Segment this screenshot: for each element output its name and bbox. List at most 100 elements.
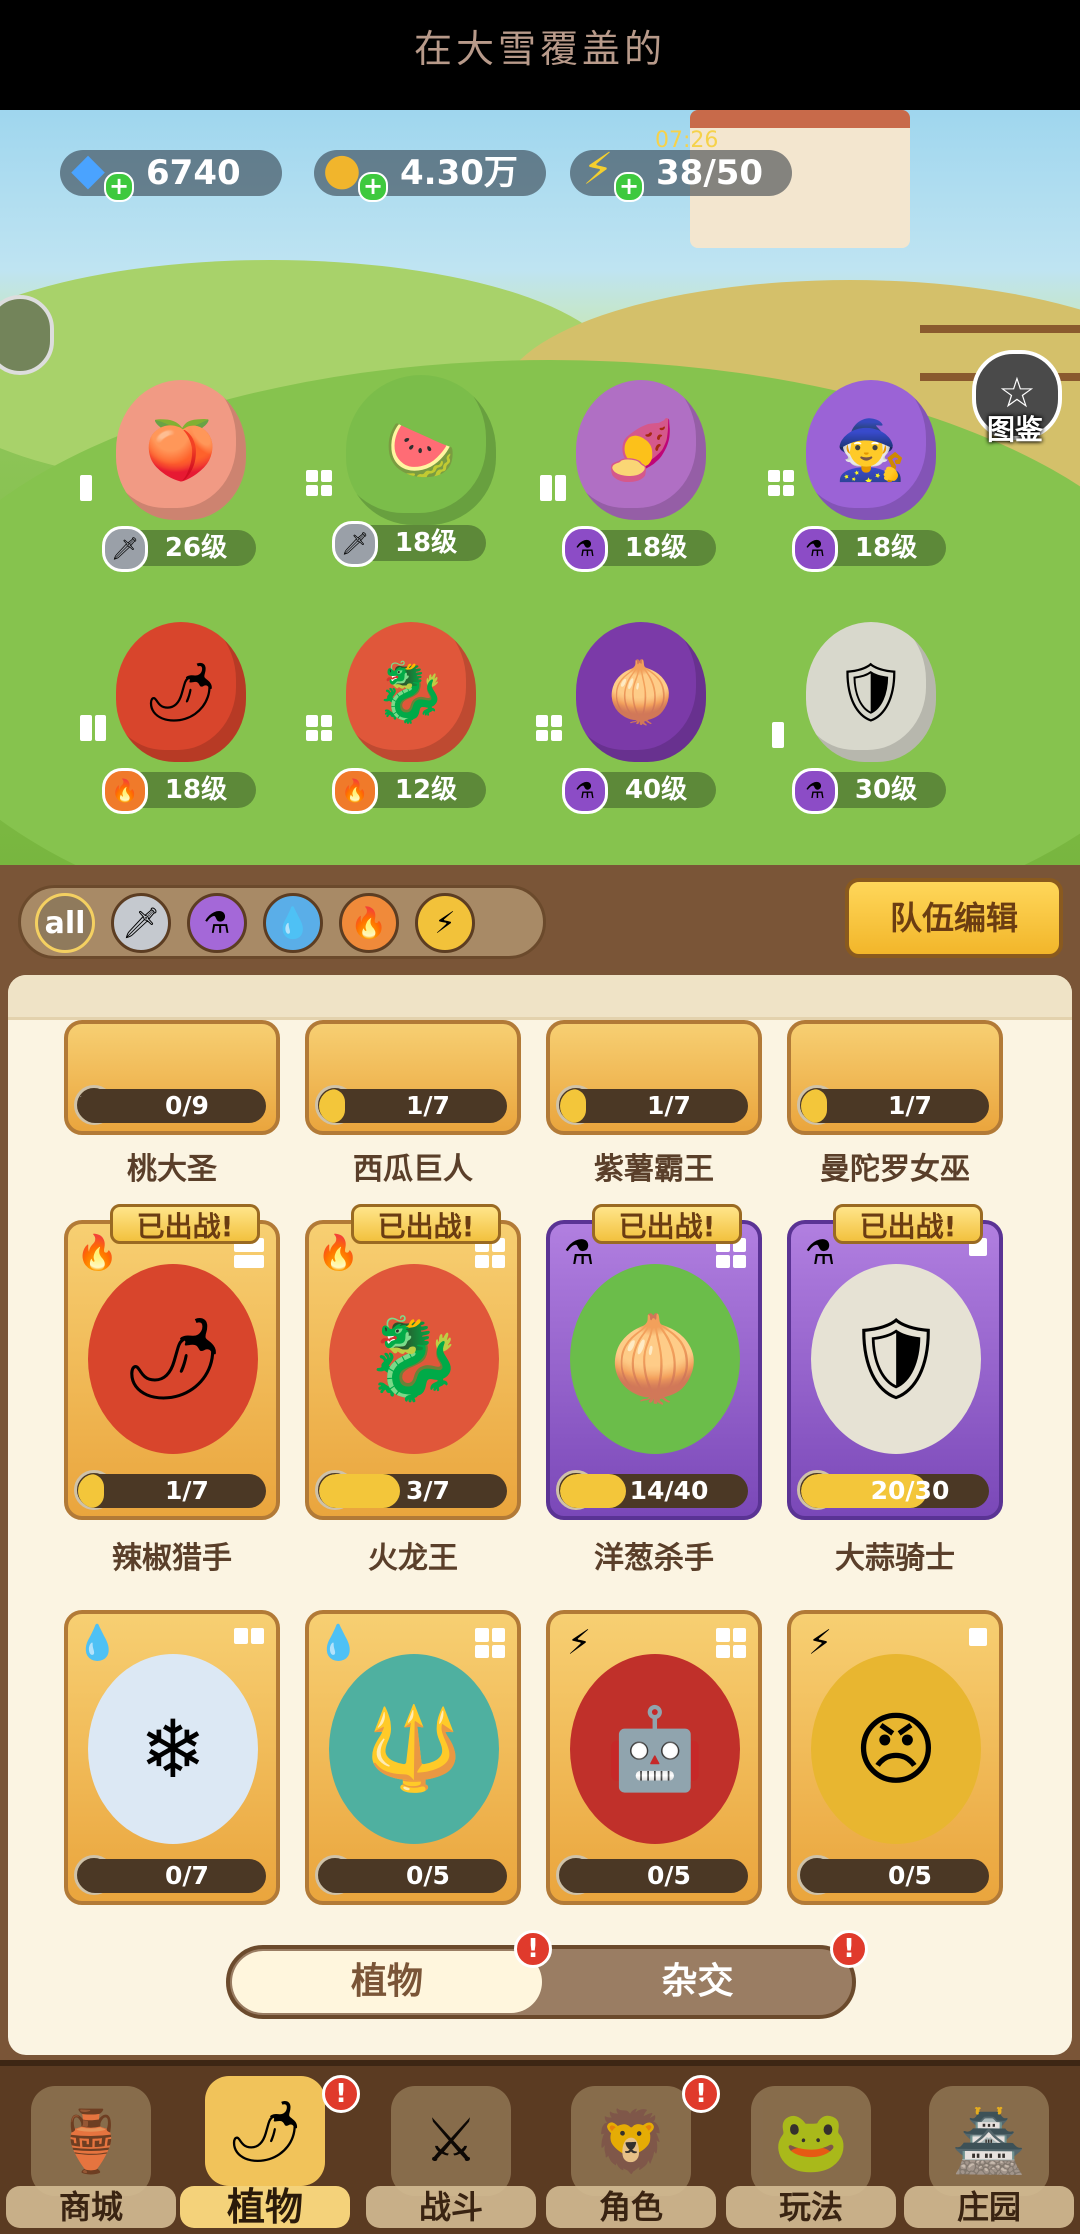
plant-name: 曼陀罗女巫: [820, 1152, 970, 1187]
gem-counter[interactable]: ◆ + 6740: [60, 147, 282, 202]
watermelon-character: 🍉: [346, 375, 496, 525]
plant-card[interactable]: ⚡ 😠 2 0/5: [787, 1610, 1003, 1905]
progress-text: 1/7: [406, 1091, 450, 1120]
slot-marker-icon: [772, 722, 798, 748]
tab-hybrid[interactable]: 杂交: [545, 1951, 850, 2013]
gameplay-icon: 🐸: [751, 2086, 871, 2196]
slot-marker-icon: [306, 715, 332, 741]
card-progress-bar: 1/7: [319, 1089, 507, 1123]
ice-spirit-portrait: ❄: [88, 1654, 258, 1844]
energy-amount: 38/50: [656, 153, 764, 193]
add-energy-icon[interactable]: +: [614, 172, 644, 202]
fire-icon: 🔥: [332, 768, 378, 814]
nav-manor[interactable]: 🏯 庄园: [904, 2086, 1074, 2234]
plant-card[interactable]: 💧 ❄ 13 0/7: [64, 1610, 280, 1905]
fire-icon: 🔥: [102, 768, 148, 814]
slot-marker-icon: [540, 475, 566, 501]
card-progress-bar: 0/5: [801, 1859, 989, 1893]
slot-marker-icon: [768, 470, 794, 496]
slot-marker-icon: [306, 470, 332, 496]
plant-card[interactable]: 💧 🔱 5 0/5: [305, 1610, 521, 1905]
nav-label: 玩法: [726, 2186, 896, 2228]
notification-badge: !: [322, 2075, 360, 2113]
bottom-nav: 🏺 商城 🌶 植物 ⚔ 战斗 🦁 角色 🐸 玩法 🏯 庄园: [0, 2060, 1080, 2234]
onion-killer-portrait: 🧅: [570, 1264, 740, 1454]
water-drop-icon[interactable]: 💧: [263, 893, 323, 953]
filter-all-label: all: [44, 905, 86, 941]
lightning-icon: ⚡: [808, 1623, 832, 1663]
plant-name: 火龙王: [368, 1541, 458, 1576]
character-icon: 🦁: [571, 2086, 691, 2196]
potion-icon[interactable]: ⚗: [187, 893, 247, 953]
progress-text: 0/9: [165, 1091, 209, 1120]
slot-marker-icon: [716, 1628, 746, 1658]
garlic-knight-character: 🛡: [806, 622, 936, 762]
plant-card[interactable]: 🔥 🌶 18 1/7: [64, 1220, 280, 1520]
water-drop-icon: 💧: [76, 1623, 119, 1663]
plant-name: 辣椒猎手: [112, 1541, 232, 1576]
lightning-icon: ⚡: [567, 1623, 591, 1663]
progress-text: 1/7: [165, 1476, 209, 1505]
card-progress-bar: 0/5: [319, 1859, 507, 1893]
energy-counter[interactable]: ⚡ + 38/50: [570, 147, 792, 202]
plant-card[interactable]: ⚡ 🤖 5 0/5: [546, 1610, 762, 1905]
nav-label: 植物: [180, 2186, 350, 2228]
nav-battle[interactable]: ⚔ 战斗: [366, 2086, 536, 2234]
purple-yam-character: 🍠: [576, 380, 706, 520]
plants-icon: 🌶: [205, 2076, 325, 2186]
plant-card[interactable]: 18 1/7: [787, 1020, 1003, 1135]
progress-text: 0/5: [888, 1861, 932, 1890]
coin-counter[interactable]: ● + 4.30万: [314, 147, 546, 202]
progress-text: 1/7: [647, 1091, 691, 1120]
slot-marker-icon: [80, 475, 106, 501]
fire-icon[interactable]: 🔥: [339, 893, 399, 953]
nav-shop[interactable]: 🏺 商城: [6, 2086, 176, 2234]
team-edit-button[interactable]: 队伍编辑: [845, 878, 1063, 958]
plant-card[interactable]: ⚗ 🛡 30 20/30: [787, 1220, 1003, 1520]
plant-name: 桃大圣: [127, 1152, 217, 1187]
card-progress-bar: 1/7: [801, 1089, 989, 1123]
nav-label: 商城: [6, 2186, 176, 2228]
card-progress-bar: 20/30: [801, 1474, 989, 1508]
garlic-knight-portrait: 🛡: [811, 1264, 981, 1454]
list-top-border: [8, 975, 1072, 1020]
top-caption: 在大雪覆盖的: [413, 27, 666, 71]
sea-king-portrait: 🔱: [329, 1654, 499, 1844]
add-gems-icon[interactable]: +: [104, 172, 134, 202]
plant-card[interactable]: 26 0/9: [64, 1020, 280, 1135]
potion-icon: ⚗: [792, 768, 838, 814]
manor-icon: 🏯: [929, 2086, 1049, 2196]
add-coins-icon[interactable]: +: [358, 172, 388, 202]
element-filter-bar: all 🗡 ⚗ 💧 🔥 ⚡: [18, 885, 546, 959]
potion-icon: ⚗: [562, 526, 608, 572]
iron-warrior-portrait: 🤖: [570, 1654, 740, 1844]
nav-gameplay[interactable]: 🐸 玩法: [726, 2086, 896, 2234]
notification-badge: !: [830, 1930, 868, 1968]
filter-all-button[interactable]: all: [35, 893, 95, 953]
lightning-icon[interactable]: ⚡: [415, 893, 475, 953]
slot-marker-icon: [234, 1628, 264, 1644]
plant-card[interactable]: 18 1/7: [546, 1020, 762, 1135]
card-progress-bar: 0/5: [560, 1859, 748, 1893]
plant-name: 紫薯霸王: [594, 1152, 714, 1187]
slot-marker-icon: [475, 1628, 505, 1658]
plant-name: 大蒜骑士: [835, 1541, 955, 1576]
nav-label: 战斗: [366, 2186, 536, 2228]
plant-card[interactable]: ⚗ 🧅 40 14/40: [546, 1220, 762, 1520]
crossed-swords-icon: ⚔: [391, 2086, 511, 2196]
sword-icon[interactable]: 🗡: [111, 893, 171, 953]
plant-card[interactable]: 🔥 🐉 12 3/7: [305, 1220, 521, 1520]
progress-text: 1/7: [888, 1091, 932, 1120]
plant-card[interactable]: 18 1/7: [305, 1020, 521, 1135]
codex-label: 图鉴: [986, 413, 1043, 446]
progress-fill: [78, 1474, 105, 1508]
slot-marker-icon: [80, 715, 106, 741]
sword-icon: 🗡: [332, 521, 378, 567]
tab-plants[interactable]: 植物: [232, 1951, 542, 2013]
energy-timer: 07:26: [655, 128, 719, 153]
card-progress-bar: 0/7: [78, 1859, 266, 1893]
side-menu-toggle[interactable]: [0, 295, 54, 375]
top-caption-bar: 在大雪覆盖的: [0, 0, 1080, 110]
golden-warrior-portrait: 😠: [811, 1654, 981, 1844]
card-progress-bar: 14/40: [560, 1474, 748, 1508]
